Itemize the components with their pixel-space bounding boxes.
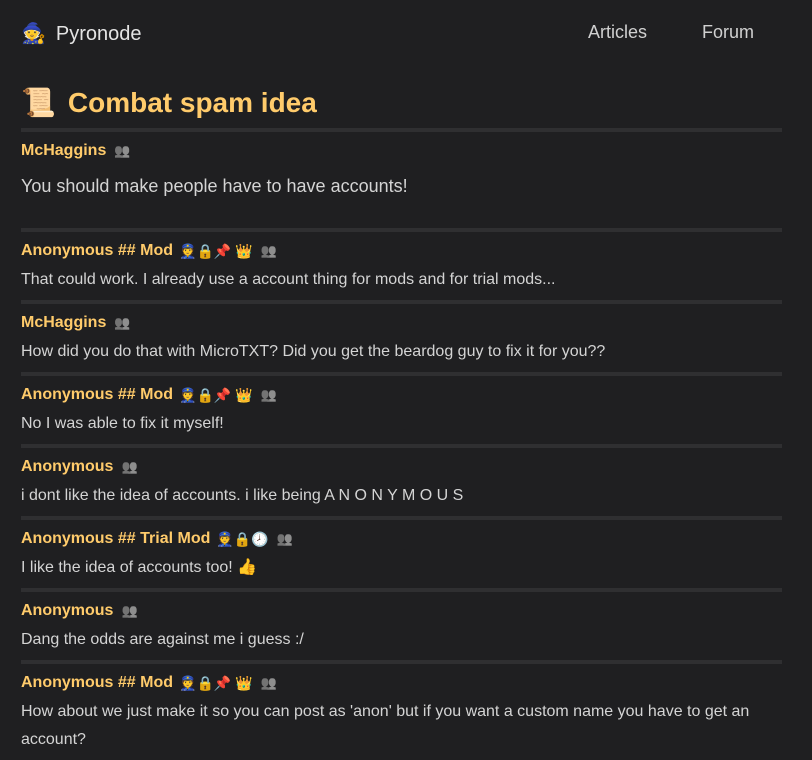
post-author: McHaggins xyxy=(21,314,107,331)
thread-title: 📜 Combat spam idea xyxy=(21,86,317,120)
brand-link[interactable]: 🧙 Pyronode xyxy=(21,22,142,46)
users-icon: 👥 xyxy=(114,315,131,330)
post-meta: Anonymous 👥 xyxy=(21,458,782,476)
mod-badges-icon: 👮🔒📌 👑 xyxy=(179,242,253,259)
trial-mod-badges-icon: 👮🔒🕗 xyxy=(216,530,269,547)
users-icon: 👥 xyxy=(260,675,277,690)
post-item: Anonymous ## Mod 👮🔒📌 👑 👥 How about we ju… xyxy=(21,660,782,760)
post-item: McHaggins 👥 You should make people have … xyxy=(21,128,782,228)
users-icon: 👥 xyxy=(260,387,277,402)
post-author: Anonymous ## Mod xyxy=(21,386,174,403)
post-meta: McHaggins 👥 xyxy=(21,142,782,160)
post-body: No I was able to fix it myself! xyxy=(21,415,224,432)
wizard-logo-icon: 🧙 xyxy=(21,23,46,45)
post-author: Anonymous xyxy=(21,602,114,619)
post-item: Anonymous ## Mod 👮🔒📌 👑 👥 No I was able t… xyxy=(21,372,782,444)
post-meta: Anonymous ## Mod 👮🔒📌 👑 👥 xyxy=(21,242,782,260)
post-body: Dang the odds are against me i guess :/ xyxy=(21,631,304,648)
post-list: McHaggins 👥 You should make people have … xyxy=(21,128,782,760)
post-meta: Anonymous ## Mod 👮🔒📌 👑 👥 xyxy=(21,386,782,404)
post-author: Anonymous ## Mod xyxy=(21,242,174,259)
post-author: Anonymous ## Trial Mod xyxy=(21,530,211,547)
post-item: McHaggins 👥 How did you do that with Mic… xyxy=(21,300,782,372)
post-body: That could work. I already use a account… xyxy=(21,271,556,288)
post-body: I like the idea of accounts too! 👍 xyxy=(21,559,258,576)
post-body: You should make people have to have acco… xyxy=(21,176,408,196)
nav-link-articles[interactable]: Articles xyxy=(588,22,647,43)
post-author: Anonymous xyxy=(21,458,114,475)
post-item: Anonymous ## Mod 👮🔒📌 👑 👥 That could work… xyxy=(21,228,782,300)
thread-title-text: Combat spam idea xyxy=(67,87,317,118)
post-author: Anonymous ## Mod xyxy=(21,674,174,691)
users-icon: 👥 xyxy=(114,143,131,158)
users-icon: 👥 xyxy=(276,531,293,546)
post-body: How did you do that with MicroTXT? Did y… xyxy=(21,343,606,360)
mod-badges-icon: 👮🔒📌 👑 xyxy=(179,674,253,691)
post-body: How about we just make it so you can pos… xyxy=(21,703,750,748)
top-navbar: 🧙 Pyronode Articles Forum xyxy=(0,0,812,68)
users-icon: 👥 xyxy=(260,243,277,258)
post-author: McHaggins xyxy=(21,142,107,159)
nav-link-forum[interactable]: Forum xyxy=(702,22,754,43)
brand-name: Pyronode xyxy=(55,22,142,45)
users-icon: 👥 xyxy=(121,603,138,618)
post-item: Anonymous ## Trial Mod 👮🔒🕗 👥 I like the … xyxy=(21,516,782,588)
post-body: i dont like the idea of accounts. i like… xyxy=(21,487,464,504)
post-meta: McHaggins 👥 xyxy=(21,314,782,332)
post-meta: Anonymous ## Trial Mod 👮🔒🕗 👥 xyxy=(21,530,782,548)
mod-badges-icon: 👮🔒📌 👑 xyxy=(179,386,253,403)
post-meta: Anonymous ## Mod 👮🔒📌 👑 👥 xyxy=(21,674,782,692)
users-icon: 👥 xyxy=(121,459,138,474)
post-meta: Anonymous 👥 xyxy=(21,602,782,620)
scroll-icon: 📜 xyxy=(21,87,56,118)
post-item: Anonymous 👥 Dang the odds are against me… xyxy=(21,588,782,660)
post-item: Anonymous 👥 i dont like the idea of acco… xyxy=(21,444,782,516)
